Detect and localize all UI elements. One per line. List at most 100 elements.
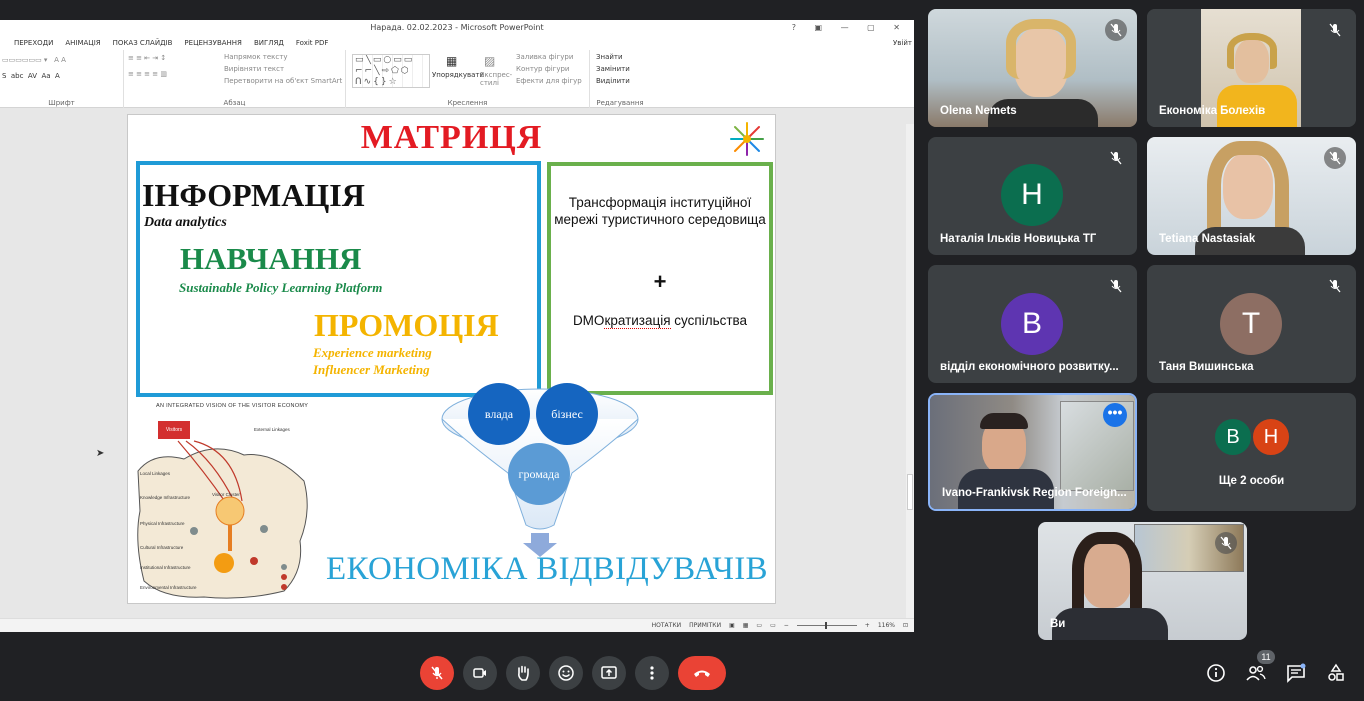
circle-community: громада — [508, 443, 570, 505]
comments-button[interactable]: ПРИМІТКИ — [689, 622, 721, 629]
avatar: Н — [1251, 417, 1291, 457]
participant-name: Tetiana Nastasiak — [1159, 233, 1256, 245]
participant-name: Ви — [1050, 618, 1066, 630]
transformation-text: Трансформація інституційної мережі турис… — [554, 195, 766, 227]
select-button[interactable]: Виділити — [596, 77, 630, 85]
normal-view-icon[interactable]: ▣ — [729, 622, 735, 629]
window-controls: ? ▣ — ▢ ✕ — [791, 23, 908, 32]
participant-tile[interactable]: Т Таня Вишинська — [1147, 265, 1356, 383]
participant-count-badge: 11 — [1257, 650, 1275, 664]
vertical-scrollbar[interactable] — [906, 124, 914, 620]
text-direction-button[interactable]: Напрямок тексту — [224, 53, 287, 61]
shared-screen: Нарада. 02.02.2023 - Microsoft PowerPoin… — [0, 20, 914, 632]
visitor-economy-map — [137, 440, 308, 599]
mic-off-indicator — [1105, 275, 1127, 297]
drawing-group-label: Креслення — [447, 99, 488, 107]
ppt-ribbon-tabs: ПЕРЕХОДИ АНІМАЦІЯ ПОКАЗ СЛАЙДІВ РЕЦЕНЗУВ… — [0, 36, 914, 50]
drawing-group: ▭╲▭○▭▭ ⌐⌐╲⇨⬠⬡ ᑎ∿{}☆ ▦ Упорядкувати ▨ Експр… — [346, 50, 590, 108]
mic-off-indicator — [1105, 19, 1127, 41]
participant-name: Економіка Болехів — [1159, 105, 1266, 117]
slide-title: МАТРИЦЯ — [360, 119, 543, 156]
meet-window: Нарада. 02.02.2023 - Microsoft PowerPoin… — [0, 0, 1364, 701]
zoom-out-icon[interactable]: − — [784, 622, 789, 629]
self-view-tile[interactable]: Ви — [1038, 522, 1247, 640]
mini-label: Environmental Infrastructure — [140, 585, 197, 590]
participant-name: відділ економічного розвитку... — [940, 361, 1119, 373]
shape-fill-button[interactable]: Заливка фігури — [516, 53, 573, 61]
participant-name: Таня Вишинська — [1159, 361, 1254, 373]
promotion-subtitle-2: Influencer Marketing — [313, 362, 430, 377]
zoom-slider[interactable] — [796, 622, 857, 629]
ppt-window-title: Нарада. 02.02.2023 - Microsoft PowerPoin… — [370, 23, 544, 32]
circle-government: влада — [468, 383, 530, 445]
fit-slide-icon[interactable]: ⊡ — [903, 622, 908, 629]
emoji-button[interactable] — [549, 656, 583, 690]
participant-tile[interactable]: Tetiana Nastasiak — [1147, 137, 1356, 255]
shape-outline-button[interactable]: Контур фігури — [516, 65, 569, 73]
zoom-in-icon[interactable]: + — [865, 622, 870, 629]
participant-name: Наталія Ільків Новицька ТГ — [940, 233, 1097, 245]
end-call-button[interactable] — [678, 656, 726, 690]
promotion-heading: ПРОМОЦІЯ — [314, 307, 499, 343]
ppt-tab[interactable]: ПЕРЕХОДИ — [14, 39, 53, 47]
mini-label: Local Linkages — [140, 471, 171, 476]
dmo-suffix: суспільства — [670, 313, 748, 328]
mini-label: Institutional Infrastructure — [140, 565, 191, 570]
participant-tile[interactable]: В відділ економічного розвитку... — [928, 265, 1137, 383]
smartart-button[interactable]: Перетворити на об'єкт SmartArt — [224, 77, 342, 85]
ppt-tab[interactable]: Foxit PDF — [296, 39, 329, 47]
circle-business: бізнес — [536, 383, 598, 445]
info-icon[interactable] — [1206, 663, 1226, 683]
mini-label: External Linkages — [254, 427, 290, 432]
participant-hair — [1006, 19, 1076, 79]
signin-link[interactable]: Увійт — [893, 39, 912, 47]
ppt-tab[interactable]: ПОКАЗ СЛАЙДІВ — [113, 39, 173, 47]
chat-icon[interactable] — [1286, 663, 1306, 683]
ppt-tab[interactable]: ВИГЛЯД — [254, 39, 284, 47]
notes-button[interactable]: НОТАТКИ — [652, 622, 681, 629]
activities-icon[interactable] — [1326, 663, 1346, 683]
mini-label: Physical Infrastructure — [140, 521, 185, 526]
mic-toggle-button[interactable] — [420, 656, 454, 690]
more-options-button[interactable]: ••• — [1103, 403, 1127, 427]
shapes-gallery[interactable]: ▭╲▭○▭▭ ⌐⌐╲⇨⬠⬡ ᑎ∿{}☆ — [352, 54, 430, 88]
quick-styles-button[interactable]: Експрес-стилі — [480, 71, 512, 87]
mic-off-indicator — [1215, 532, 1237, 554]
editing-group-label: Редагування — [596, 99, 644, 107]
ppt-tab[interactable]: РЕЦЕНЗУВАННЯ — [184, 39, 242, 47]
raise-hand-button[interactable] — [506, 656, 540, 690]
font-format-buttons[interactable]: S abc AV Aa A — [2, 72, 60, 80]
people-icon[interactable] — [1246, 663, 1266, 683]
mic-off-indicator — [1324, 19, 1346, 41]
participant-tile[interactable]: Н Наталія Ільків Новицька ТГ — [928, 137, 1137, 255]
info-subtitle: Data analytics — [144, 215, 227, 230]
participant-hair — [1227, 33, 1277, 69]
mini-label: Cultural Infrastructure — [140, 545, 184, 550]
shape-effects-button[interactable]: Ефекти для фігур — [516, 77, 582, 85]
info-heading: ІНФОРМАЦІЯ — [142, 177, 365, 213]
font-group: ▭▭▭▭▭▭ ▾ A A S abc AV Aa A Шрифт — [0, 50, 124, 108]
camera-toggle-button[interactable] — [463, 656, 497, 690]
avatar: В — [1213, 417, 1253, 457]
reading-view-icon[interactable]: ▭ — [756, 622, 762, 629]
list-buttons[interactable]: ≡ ≡ ⇤ ⇥ ↕ — [128, 54, 166, 62]
avatar: В — [1001, 293, 1063, 355]
align-text-button[interactable]: Вирівняти текст — [224, 65, 284, 73]
arrange-button[interactable]: Упорядкувати — [432, 71, 484, 79]
ppt-tab[interactable]: АНІМАЦІЯ — [65, 39, 100, 47]
find-button[interactable]: Знайти — [596, 53, 623, 61]
align-buttons[interactable]: ≡ ≡ ≡ ≡ ▥ — [128, 70, 167, 78]
more-options-icon — [650, 666, 654, 680]
slideshow-icon[interactable]: ▭ — [770, 622, 776, 629]
participant-name: Olena Nemets — [940, 105, 1017, 117]
font-size-box[interactable]: ▭▭▭▭▭▭ ▾ A A — [2, 56, 66, 64]
present-button[interactable] — [592, 656, 626, 690]
replace-button[interactable]: Замінити — [596, 65, 630, 73]
scroll-thumb[interactable] — [907, 474, 913, 510]
slide-sorter-icon[interactable]: ▦ — [743, 622, 749, 629]
more-options-button[interactable] — [635, 656, 669, 690]
participant-tile-active[interactable]: ••• Ivano-Frankivsk Region Foreign... — [928, 393, 1137, 511]
participant-tile[interactable]: Olena Nemets — [928, 9, 1137, 127]
participant-tile[interactable]: Економіка Болехів — [1147, 9, 1356, 127]
participant-tile-group[interactable]: В Н Ще 2 особи — [1147, 393, 1356, 511]
